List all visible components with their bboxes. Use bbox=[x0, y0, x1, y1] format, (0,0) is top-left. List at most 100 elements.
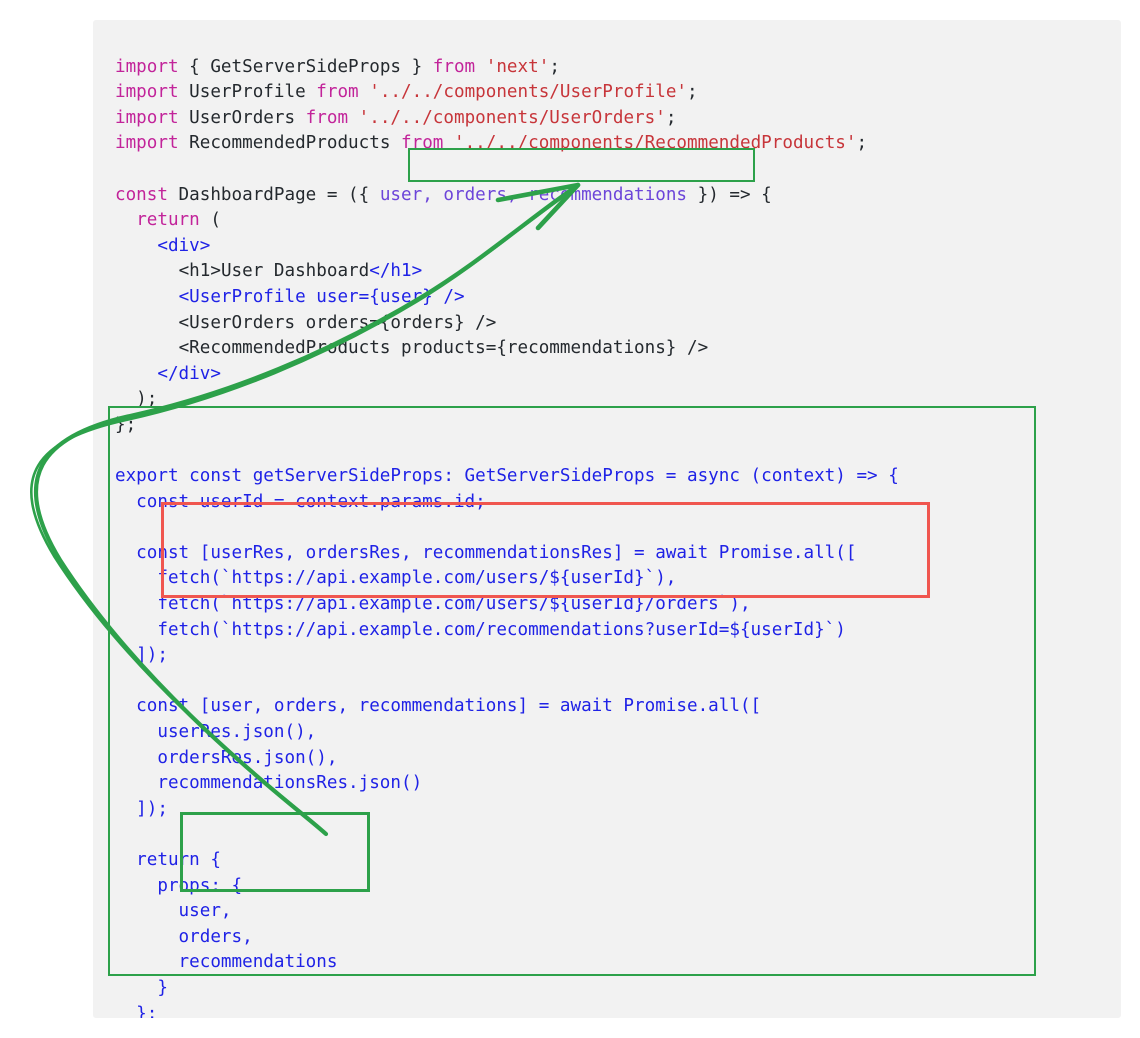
code-token: UserOrders bbox=[178, 107, 306, 128]
code-token: from bbox=[316, 82, 359, 103]
code-token: <h1> bbox=[178, 261, 221, 282]
code-token: import bbox=[115, 56, 179, 77]
code-token: from bbox=[305, 107, 349, 128]
code-line: const userId = context.params.id; bbox=[115, 490, 899, 516]
code-token: props: { bbox=[115, 875, 243, 896]
code-line: return ( bbox=[115, 208, 899, 234]
code-token: userRes.json(), bbox=[115, 722, 317, 743]
code-token: ]); bbox=[115, 645, 168, 666]
code-line: ); bbox=[115, 387, 899, 413]
code-token: fetch(`https://api.example.com/users/${u… bbox=[115, 594, 751, 615]
code-line: import UserOrders from '../../components… bbox=[115, 106, 899, 132]
code-token: } bbox=[115, 977, 168, 998]
code-line: export const getServerSideProps: GetServ… bbox=[115, 464, 899, 490]
code-token: fetch(`https://api.example.com/users/${u… bbox=[115, 568, 677, 589]
code-token: import bbox=[115, 133, 179, 154]
code-line: const DashboardPage = ({ user, orders, r… bbox=[115, 183, 899, 209]
code-line: fetch(`https://api.example.com/users/${u… bbox=[115, 592, 899, 618]
code-line: recommendationsRes.json() bbox=[115, 771, 899, 797]
code-token: const userId = context.params.id; bbox=[115, 491, 486, 512]
code-line: fetch(`https://api.example.com/users/${u… bbox=[115, 566, 899, 592]
code-token: ; bbox=[665, 107, 677, 128]
code-token: <RecommendedProducts products={recommend… bbox=[178, 338, 709, 359]
code-token: RecommendedProducts bbox=[178, 133, 402, 154]
code-token: ; bbox=[856, 133, 868, 154]
code-token: ordersRes.json(), bbox=[115, 747, 338, 768]
code-line: <RecommendedProducts products={recommend… bbox=[115, 336, 899, 362]
code-token: </div> bbox=[157, 363, 221, 384]
code-line: import { GetServerSideProps } from 'next… bbox=[115, 55, 899, 81]
code-line: ]); bbox=[115, 643, 899, 669]
code-line: const [userRes, ordersRes, recommendatio… bbox=[115, 541, 899, 567]
code-token: recommendations bbox=[115, 952, 338, 973]
code-token: return { bbox=[115, 850, 221, 870]
code-token: const bbox=[115, 184, 168, 205]
code-token: import bbox=[115, 107, 179, 128]
code-line: user, bbox=[115, 899, 899, 925]
code-line: const [user, orders, recommendations] = … bbox=[115, 694, 899, 720]
code-token: const [userRes, ordersRes, recommendatio… bbox=[115, 542, 857, 563]
code-token: '../../components/UserOrders' bbox=[358, 107, 666, 128]
code-token: ; bbox=[549, 56, 560, 77]
code-token: export const getServerSideProps: GetServ… bbox=[115, 466, 899, 487]
code-token: const [user, orders, recommendations] = … bbox=[115, 696, 762, 717]
code-token: user, bbox=[115, 901, 232, 922]
code-line: import RecommendedProducts from '../../c… bbox=[115, 131, 899, 157]
code-token: <UserOrders orders={orders} /> bbox=[115, 312, 497, 333]
code-line: recommendations bbox=[115, 950, 899, 976]
screenshot-root: import { GetServerSideProps } from 'next… bbox=[0, 0, 1140, 1038]
code-token: }; bbox=[115, 414, 137, 435]
code-line: userRes.json(), bbox=[115, 720, 899, 746]
code-token: DashboardPage = ({ bbox=[167, 184, 380, 205]
code-token: <UserProfile user={user} /> bbox=[178, 286, 465, 307]
code-line: fetch(`https://api.example.com/recommend… bbox=[115, 618, 899, 644]
code-line: orders, bbox=[115, 925, 899, 951]
code-token: 'next' bbox=[485, 56, 550, 77]
code-line: </div> bbox=[115, 362, 899, 388]
code-token: ( bbox=[199, 210, 221, 231]
code-token: fetch(`https://api.example.com/recommend… bbox=[115, 619, 846, 640]
code-line: }; bbox=[115, 413, 899, 439]
code-line: }; bbox=[115, 1002, 899, 1018]
code-line: return { bbox=[115, 848, 899, 874]
code-token: user, orders, recommendations bbox=[379, 184, 688, 205]
code-token: </h1> bbox=[369, 261, 423, 282]
code-token: from bbox=[401, 133, 444, 154]
code-line: ]); bbox=[115, 797, 899, 823]
code-token: return bbox=[136, 210, 200, 231]
code-token: '../../components/RecommendedProducts' bbox=[453, 133, 857, 154]
code-token: UserProfile bbox=[178, 82, 317, 103]
code-line: <UserProfile user={user} /> bbox=[115, 285, 899, 311]
code-line: props: { bbox=[115, 874, 899, 900]
code-token: import bbox=[115, 82, 179, 103]
code-token: ); bbox=[115, 389, 158, 410]
code-token: ]); bbox=[115, 798, 168, 819]
code-token: ; bbox=[687, 82, 698, 103]
code-token: { GetServerSideProps } bbox=[178, 56, 433, 77]
code-token: }) => { bbox=[687, 184, 772, 205]
code-token: <div> bbox=[157, 235, 211, 256]
code-line: import UserProfile from '../../component… bbox=[115, 80, 899, 106]
code-line: ordersRes.json(), bbox=[115, 746, 899, 772]
code-line: } bbox=[115, 976, 899, 1002]
code-line: <div> bbox=[115, 234, 899, 260]
code-token: from bbox=[432, 56, 476, 77]
code-token: recommendationsRes.json() bbox=[115, 773, 423, 794]
code-token: User Dashboard bbox=[220, 261, 370, 282]
code-content[interactable]: import { GetServerSideProps } from 'next… bbox=[115, 55, 899, 1018]
code-token: '../../components/UserProfile' bbox=[369, 82, 688, 103]
code-token: }; bbox=[115, 1003, 158, 1018]
